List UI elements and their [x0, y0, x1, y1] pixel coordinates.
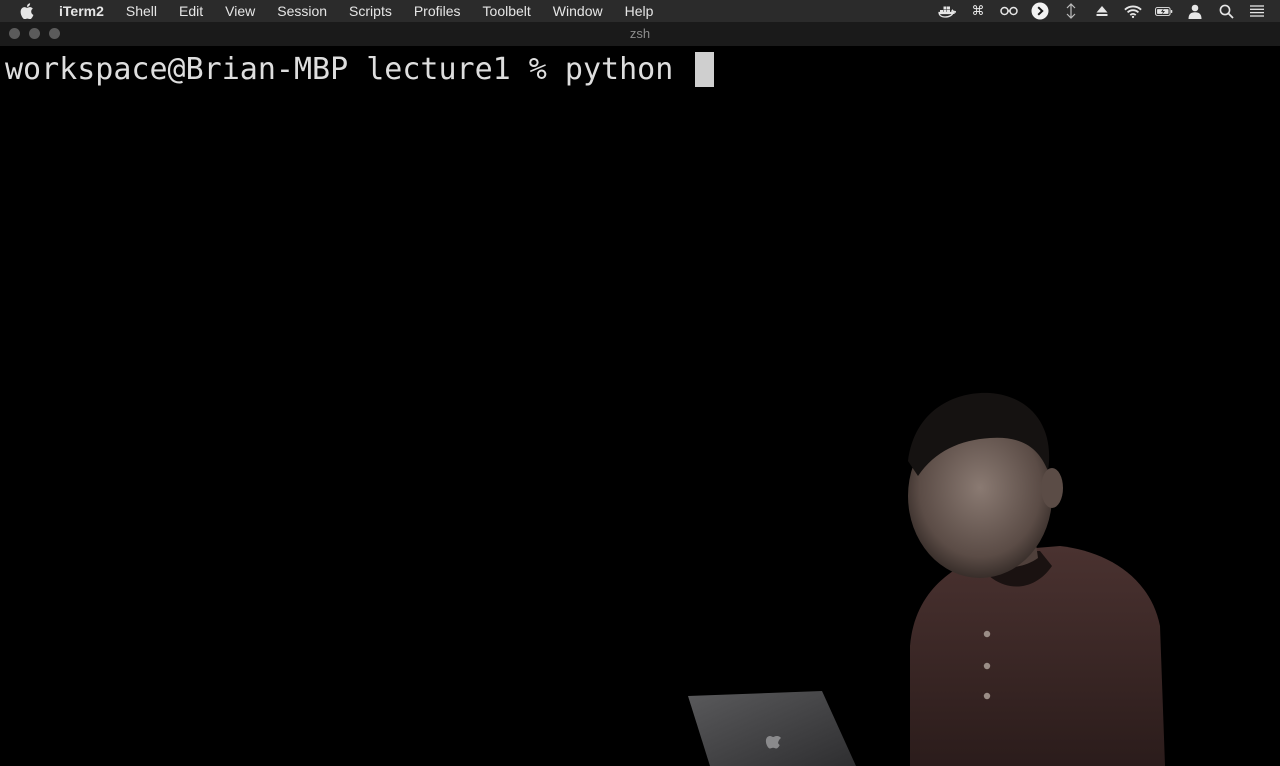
- menu-shell[interactable]: Shell: [115, 0, 168, 22]
- status-icons: ⌘: [938, 0, 1266, 22]
- prompt-line: workspace@Brian-MBP lecture1 % python: [5, 52, 715, 87]
- menu-edit[interactable]: Edit: [168, 0, 214, 22]
- user-icon[interactable]: [1186, 2, 1204, 20]
- laptop: [688, 691, 856, 766]
- glasses-icon[interactable]: [1000, 2, 1018, 20]
- menu-window[interactable]: Window: [542, 0, 614, 22]
- menu-scripts[interactable]: Scripts: [338, 0, 403, 22]
- command-icon[interactable]: ⌘: [969, 2, 987, 20]
- menu-profiles[interactable]: Profiles: [403, 0, 472, 22]
- shell-prompt: workspace@Brian-MBP lecture1 %: [5, 52, 565, 87]
- control-center-icon[interactable]: [1248, 2, 1266, 20]
- menu-app-iterm2[interactable]: iTerm2: [48, 0, 115, 22]
- menu-toolbelt[interactable]: Toolbelt: [472, 0, 542, 22]
- docker-icon[interactable]: [938, 2, 956, 20]
- battery-icon[interactable]: [1155, 2, 1173, 20]
- presenter-figure: [908, 392, 1165, 766]
- presenter-video: [688, 392, 1165, 766]
- window-titlebar: zsh: [0, 22, 1280, 46]
- terminal-view[interactable]: workspace@Brian-MBP lecture1 % python: [0, 46, 1280, 766]
- menu-bar: iTerm2 Shell Edit View Session Scripts P…: [0, 0, 1280, 22]
- apple-icon[interactable]: [18, 2, 36, 20]
- typed-command: python: [564, 52, 692, 87]
- menu-help[interactable]: Help: [614, 0, 665, 22]
- eject-icon[interactable]: [1093, 2, 1111, 20]
- menu-items: iTerm2 Shell Edit View Session Scripts P…: [48, 0, 664, 22]
- menu-session[interactable]: Session: [266, 0, 338, 22]
- text-cursor: [695, 52, 715, 87]
- search-icon[interactable]: [1217, 2, 1235, 20]
- nudge-icon[interactable]: [1062, 2, 1080, 20]
- window-title: zsh: [629, 26, 651, 41]
- menu-view[interactable]: View: [214, 0, 266, 22]
- wifi-icon[interactable]: [1124, 2, 1142, 20]
- play-circle-icon[interactable]: [1031, 2, 1049, 20]
